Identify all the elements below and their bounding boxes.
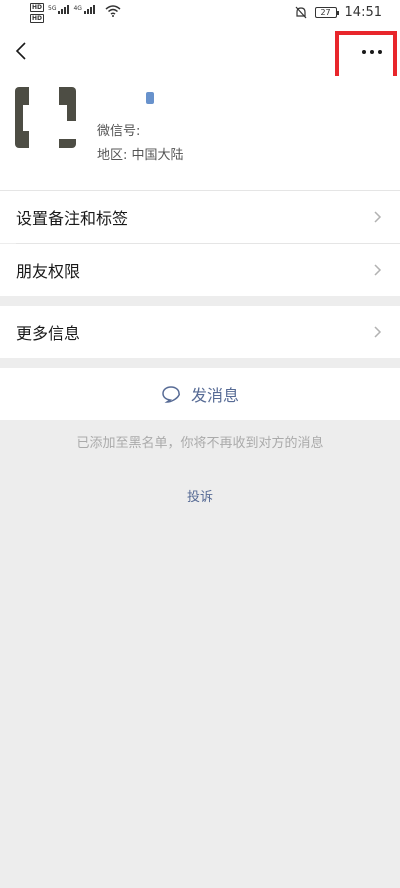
battery-icon: 27 <box>314 7 339 18</box>
clock: 14:51 <box>344 5 382 20</box>
more-info-label: 更多信息 <box>16 324 81 343</box>
nav-bar <box>0 28 400 76</box>
friend-permissions-label: 朋友权限 <box>16 262 81 281</box>
region-label: 地区: <box>97 148 132 163</box>
nickname-redacted <box>146 92 154 104</box>
back-arrow-icon[interactable] <box>12 40 32 62</box>
more-dot-icon <box>362 50 366 54</box>
wechat-id: 微信号: <box>97 120 140 139</box>
mute-bell-icon <box>295 6 306 19</box>
chevron-right-icon <box>374 326 382 338</box>
hd-badge-1: HD <box>30 3 45 12</box>
remark-tags-label: 设置备注和标签 <box>16 209 129 228</box>
remark-tags-row[interactable]: 设置备注和标签 <box>0 191 400 243</box>
chevron-right-icon <box>374 264 382 276</box>
report-link[interactable]: 投诉 <box>0 486 400 505</box>
send-message-button[interactable]: 发消息 <box>0 368 400 420</box>
more-info-row[interactable]: 更多信息 <box>0 306 400 358</box>
status-bar: HD HD 5G 4G 27 14:51 <box>0 0 400 28</box>
avatar[interactable] <box>15 87 76 148</box>
friend-permissions-row[interactable]: 朋友权限 <box>0 244 400 296</box>
more-dot-icon <box>370 50 374 54</box>
more-dot-icon <box>378 50 382 54</box>
wifi-icon <box>105 5 121 17</box>
profile-card: 微信号: 地区: 中国大陆 <box>0 76 400 190</box>
hd-badge-2: HD <box>30 14 45 23</box>
blacklist-notice: 已添加至黑名单，你将不再收到对方的消息 <box>76 436 324 451</box>
more-options-button[interactable] <box>354 34 390 70</box>
region-value: 中国大陆 <box>131 148 184 163</box>
wechat-id-label: 微信号: <box>97 124 141 139</box>
signal-icon-2: 4G <box>73 5 95 14</box>
signal-icon-1: 5G <box>48 5 70 14</box>
chat-bubble-icon <box>162 386 180 403</box>
chevron-right-icon <box>374 211 382 223</box>
send-message-label: 发消息 <box>190 386 239 405</box>
region: 地区: 中国大陆 <box>97 144 184 163</box>
